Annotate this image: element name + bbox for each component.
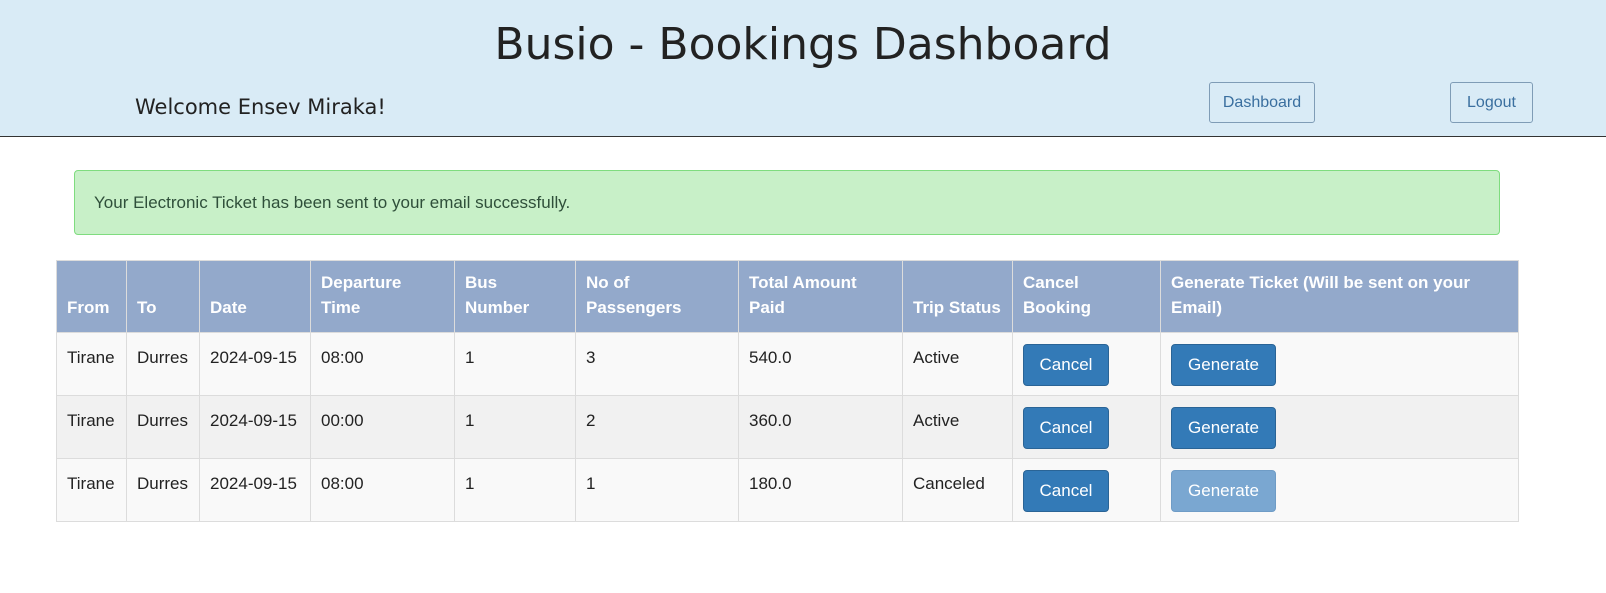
cell-to: Durres [126,332,200,396]
cancel-button[interactable]: Cancel [1023,470,1109,512]
cell-from: Tirane [56,395,127,459]
cell-trip-status: Active [902,395,1013,459]
cell-departure-time: 08:00 [310,458,455,522]
table-header-row: From To Date Departure Time Bus Number N… [56,260,1519,333]
table-row: Tirane Durres 2024-09-15 08:00 1 3 540.0… [56,332,1519,396]
table-row: Tirane Durres 2024-09-15 00:00 1 2 360.0… [56,395,1519,459]
header-generate-ticket: Generate Ticket (Will be sent on your Em… [1160,260,1519,333]
cell-bus-number: 1 [454,395,576,459]
cell-bus-number: 1 [454,332,576,396]
header-total-paid: Total Amount Paid [738,260,903,333]
cell-cancel: Cancel [1012,458,1161,522]
header-passengers: No of Passengers [575,260,739,333]
cell-departure-time: 08:00 [310,332,455,396]
cell-date: 2024-09-15 [199,458,311,522]
cell-generate: Generate [1160,332,1519,396]
cell-passengers: 2 [575,395,739,459]
header-date: Date [199,260,311,333]
header-cancel-booking: Cancel Booking [1012,260,1161,333]
cell-passengers: 3 [575,332,739,396]
header-trip-status: Trip Status [902,260,1013,333]
header-to: To [126,260,200,333]
header-bus-number: Bus Number [454,260,576,333]
cell-total-paid: 180.0 [738,458,903,522]
cell-trip-status: Active [902,332,1013,396]
success-alert: Your Electronic Ticket has been sent to … [74,170,1500,235]
cell-cancel: Cancel [1012,395,1161,459]
cell-generate: Generate [1160,458,1519,522]
cell-departure-time: 00:00 [310,395,455,459]
cancel-button[interactable]: Cancel [1023,407,1109,449]
welcome-message: Welcome Ensev Miraka! [135,95,386,119]
cell-to: Durres [126,395,200,459]
cell-bus-number: 1 [454,458,576,522]
cell-from: Tirane [56,458,127,522]
header-from: From [56,260,127,333]
cancel-button[interactable]: Cancel [1023,344,1109,386]
bookings-table: From To Date Departure Time Bus Number N… [56,260,1519,522]
header-departure-time: Departure Time [310,260,455,333]
cell-date: 2024-09-15 [199,395,311,459]
dashboard-button[interactable]: Dashboard [1209,82,1315,123]
cell-passengers: 1 [575,458,739,522]
table-row: Tirane Durres 2024-09-15 08:00 1 1 180.0… [56,458,1519,522]
cell-to: Durres [126,458,200,522]
cell-total-paid: 360.0 [738,395,903,459]
cell-from: Tirane [56,332,127,396]
cell-generate: Generate [1160,395,1519,459]
cell-trip-status: Canceled [902,458,1013,522]
page-title: Busio - Bookings Dashboard [494,19,1112,70]
cell-total-paid: 540.0 [738,332,903,396]
cell-date: 2024-09-15 [199,332,311,396]
generate-button[interactable]: Generate [1171,344,1276,386]
page-header: Busio - Bookings Dashboard Welcome Ensev… [0,0,1606,137]
generate-button[interactable]: Generate [1171,407,1276,449]
generate-button-disabled: Generate [1171,470,1276,512]
cell-cancel: Cancel [1012,332,1161,396]
logout-button[interactable]: Logout [1450,82,1533,123]
